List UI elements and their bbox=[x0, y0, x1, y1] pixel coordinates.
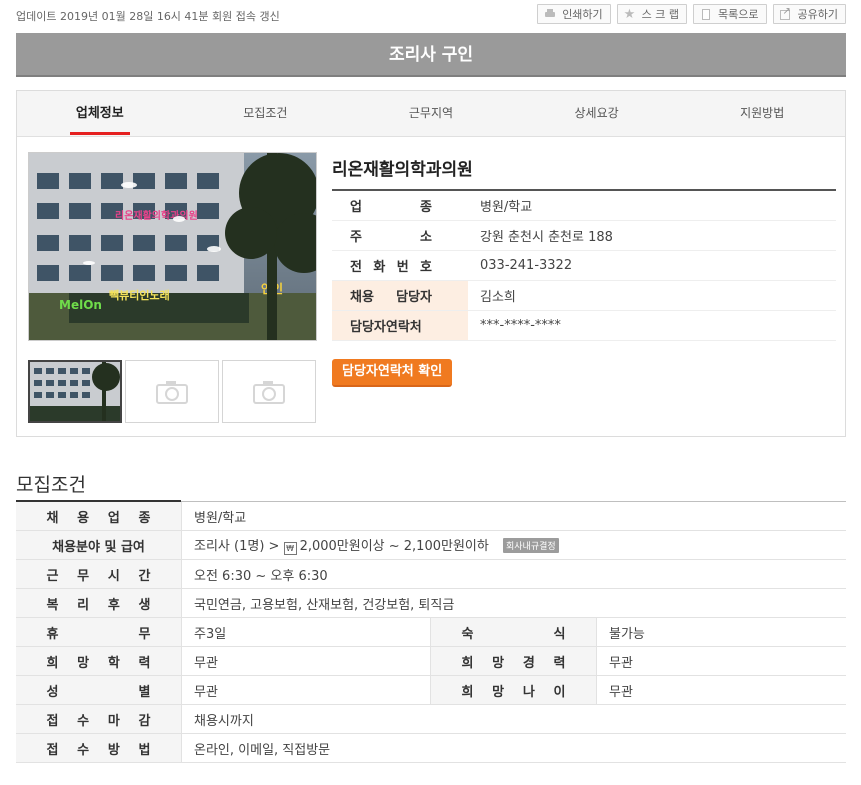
table-row: 휴무 주3일 숙식 불가능 bbox=[16, 617, 846, 647]
info-label: 업종 bbox=[332, 190, 468, 221]
condition-label: 근무시간 bbox=[16, 559, 182, 589]
section-tabs: 업체정보 모집조건 근무지역 상세요강 지원방법 bbox=[17, 91, 845, 137]
table-row: 접수방법 온라인, 이메일, 직접방문 bbox=[16, 733, 846, 763]
tab-work-area[interactable]: 근무지역 bbox=[348, 91, 514, 136]
scrap-label: 스 크 랩 bbox=[641, 8, 680, 21]
condition-value: 조리사 (1명) > ₩2,000만원이상 ~ 2,100만원이하 회사내규결정 bbox=[181, 530, 846, 560]
thumbnail-3[interactable] bbox=[222, 360, 316, 423]
tab-details[interactable]: 상세요강 bbox=[514, 91, 680, 136]
company-info-box: 업체정보 모집조건 근무지역 상세요강 지원방법 리온재활의학과의원 MelOn… bbox=[16, 90, 846, 437]
condition-label: 희망나이 bbox=[430, 675, 597, 705]
print-icon bbox=[544, 8, 556, 20]
info-row-recruiter: 채용 담당자 김소희 bbox=[332, 280, 836, 311]
top-bar: 업데이트 2019년 01월 28일 16시 41분 회원 접속 갱신 인쇄하기… bbox=[16, 0, 846, 32]
scrap-button[interactable]: ★ 스 크 랩 bbox=[616, 4, 688, 24]
table-row: 복리후생 국민연금, 고용보험, 산재보험, 건강보험, 퇴직금 bbox=[16, 588, 846, 618]
condition-value: 국민연금, 고용보험, 산재보험, 건강보험, 퇴직금 bbox=[181, 588, 846, 618]
list-icon bbox=[700, 8, 712, 20]
company-info-table: 업종 병원/학교 주소 강원 춘천시 춘천로 188 전화번호 033-241-… bbox=[332, 189, 836, 341]
job-field: 조리사 (1명) > bbox=[194, 539, 280, 554]
info-row-industry: 업종 병원/학교 bbox=[332, 190, 836, 221]
status-badge: 회사내규결정 bbox=[502, 538, 559, 553]
condition-value: 온라인, 이메일, 직접방문 bbox=[181, 733, 846, 763]
info-label: 주소 bbox=[332, 220, 468, 251]
svg-text:리온재활의학과의원: 리온재활의학과의원 bbox=[115, 209, 198, 222]
salary-range: 2,000만원이상 ~ 2,100만원이하 bbox=[299, 539, 489, 554]
condition-label: 희망경력 bbox=[430, 646, 597, 676]
star-icon: ★ bbox=[623, 6, 636, 22]
condition-label: 숙식 bbox=[430, 617, 597, 647]
info-value: 김소희 bbox=[468, 280, 836, 311]
condition-value: 오전 6:30 ~ 오후 6:30 bbox=[181, 559, 846, 589]
condition-label: 채용업종 bbox=[16, 502, 182, 531]
won-icon: ₩ bbox=[283, 542, 297, 555]
section-title: 모집조건 bbox=[16, 474, 86, 496]
table-row: 성별 무관 희망나이 무관 bbox=[16, 675, 846, 705]
condition-value: 주3일 bbox=[181, 617, 431, 647]
camera-icon bbox=[156, 380, 188, 404]
condition-value: 무관 bbox=[181, 646, 431, 676]
tab-company-info[interactable]: 업체정보 bbox=[17, 91, 183, 136]
table-row: 희망학력 무관 희망경력 무관 bbox=[16, 646, 846, 676]
condition-value: 병원/학교 bbox=[181, 502, 846, 531]
info-row-address: 주소 강원 춘천시 춘천로 188 bbox=[332, 220, 836, 251]
tab-how-to-apply[interactable]: 지원방법 bbox=[679, 91, 845, 136]
condition-label: 휴무 bbox=[16, 617, 182, 647]
camera-icon bbox=[253, 380, 285, 404]
print-button[interactable]: 인쇄하기 bbox=[537, 4, 611, 24]
condition-label: 접수방법 bbox=[16, 733, 182, 763]
info-label: 전화번호 bbox=[332, 250, 468, 281]
condition-value: 무관 bbox=[596, 675, 846, 705]
tab-conditions[interactable]: 모집조건 bbox=[183, 91, 349, 136]
table-row: 채용분야 및 급여 조리사 (1명) > ₩2,000만원이상 ~ 2,100만… bbox=[16, 530, 846, 560]
building-thumbnail bbox=[30, 362, 120, 421]
tool-buttons: 인쇄하기 ★ 스 크 랩 목록으로 공유하기 bbox=[537, 4, 846, 24]
info-row-phone: 전화번호 033-241-3322 bbox=[332, 250, 836, 281]
company-name: 리온재활의학과의원 bbox=[332, 160, 473, 180]
condition-label: 접수마감 bbox=[16, 704, 182, 734]
condition-label: 복리후생 bbox=[16, 588, 182, 618]
building-photo: 리온재활의학과의원 MelOn 빽뷰티인노래 연인 bbox=[29, 153, 316, 340]
condition-value: 무관 bbox=[181, 675, 431, 705]
info-row-recruiter-contact: 담당자연락처 ***-****-**** bbox=[332, 310, 836, 341]
svg-text:빽뷰티인노래: 빽뷰티인노래 bbox=[109, 288, 170, 302]
condition-label: 채용분야 및 급여 bbox=[16, 530, 182, 560]
photo-thumbnails bbox=[28, 360, 316, 423]
conditions-table: 채용업종 병원/학교 채용분야 및 급여 조리사 (1명) > ₩2,000만원… bbox=[16, 502, 846, 763]
thumbnail-2[interactable] bbox=[125, 360, 219, 423]
info-value: 033-241-3322 bbox=[468, 250, 836, 281]
condition-label: 성별 bbox=[16, 675, 182, 705]
update-text: 업데이트 2019년 01월 28일 16시 41분 회원 접속 갱신 bbox=[16, 10, 280, 23]
condition-label: 희망학력 bbox=[16, 646, 182, 676]
condition-value: 무관 bbox=[596, 646, 846, 676]
list-label: 목록으로 bbox=[718, 8, 759, 21]
table-row: 채용업종 병원/학교 bbox=[16, 502, 846, 531]
share-icon bbox=[779, 6, 792, 20]
info-label: 담당자연락처 bbox=[332, 310, 468, 341]
thumbnail-1[interactable] bbox=[28, 360, 122, 423]
info-value: 병원/학교 bbox=[468, 190, 836, 221]
svg-text:MelOn: MelOn bbox=[59, 298, 102, 312]
condition-value: 채용시까지 bbox=[181, 704, 846, 734]
table-row: 접수마감 채용시까지 bbox=[16, 704, 846, 734]
list-button[interactable]: 목록으로 bbox=[693, 4, 767, 24]
info-value: 강원 춘천시 춘천로 188 bbox=[468, 220, 836, 251]
print-label: 인쇄하기 bbox=[562, 8, 603, 21]
view-contact-button[interactable]: 담당자연락처 확인 bbox=[332, 359, 453, 387]
share-label: 공유하기 bbox=[797, 8, 838, 21]
share-button[interactable]: 공유하기 bbox=[772, 4, 846, 24]
company-photo[interactable]: 리온재활의학과의원 MelOn 빽뷰티인노래 연인 bbox=[28, 152, 317, 341]
info-value: ***-****-**** bbox=[468, 310, 836, 341]
condition-value: 불가능 bbox=[596, 617, 846, 647]
table-row: 근무시간 오전 6:30 ~ 오후 6:30 bbox=[16, 559, 846, 589]
page-title: 조리사 구인 bbox=[16, 33, 846, 77]
info-label: 채용 담당자 bbox=[332, 280, 468, 311]
